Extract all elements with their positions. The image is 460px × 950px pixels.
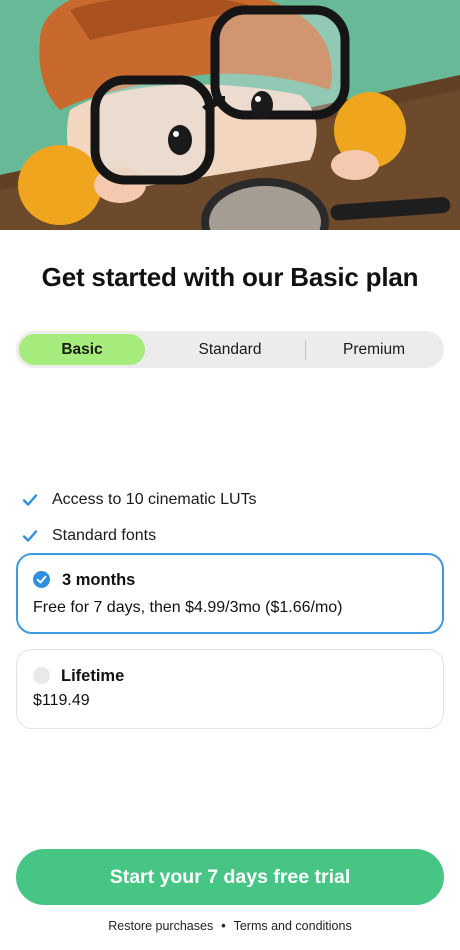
tab-standard[interactable]: Standard <box>156 334 304 365</box>
tab-basic[interactable]: Basic <box>19 334 145 365</box>
feature-list: Access to 10 cinematic LUTs Standard fon… <box>20 482 440 554</box>
plan-description: Free for 7 days, then $4.99/3mo ($1.66/m… <box>33 599 343 616</box>
feature-item: Access to 10 cinematic LUTs <box>20 482 440 518</box>
radio-unchecked-icon <box>33 667 50 684</box>
plan-price: $119.49 <box>33 692 90 709</box>
hero-illustration <box>0 0 460 230</box>
tab-premium[interactable]: Premium <box>306 334 442 365</box>
feature-label: Access to 10 cinematic LUTs <box>52 491 257 508</box>
plan-title: 3 months <box>62 571 136 589</box>
restore-purchases-link[interactable]: Restore purchases <box>108 919 213 933</box>
footer-separator: • <box>221 919 226 933</box>
plan-title: Lifetime <box>61 667 125 685</box>
feature-label: Standard fonts <box>52 527 157 544</box>
child-with-glasses-illustration <box>0 0 460 230</box>
start-trial-button[interactable]: Start your 7 days free trial <box>16 849 444 905</box>
plan-option-3-months[interactable]: 3 months Free for 7 days, then $4.99/3mo… <box>16 553 444 634</box>
checkmark-icon <box>22 494 38 506</box>
feature-item: Standard fonts <box>20 518 440 554</box>
checkmark-icon <box>22 530 38 542</box>
radio-checked-icon <box>33 571 50 588</box>
plan-option-lifetime[interactable]: Lifetime $119.49 <box>16 649 444 729</box>
plan-tier-selector: Basic Standard Premium <box>16 331 444 368</box>
page-title: Get started with our Basic plan <box>41 262 419 292</box>
terms-link[interactable]: Terms and conditions <box>234 919 352 933</box>
footer-links: Restore purchases • Terms and conditions <box>0 919 460 933</box>
